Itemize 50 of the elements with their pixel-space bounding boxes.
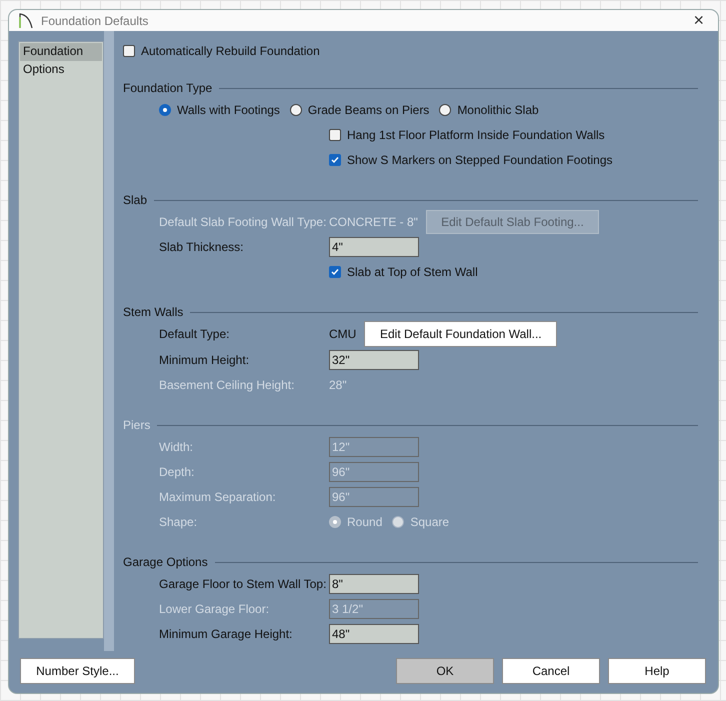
dialog-button[interactable]: Number Style... bbox=[20, 658, 135, 684]
field-label: Width: bbox=[159, 440, 194, 454]
field-label: Minimum Height: bbox=[159, 352, 250, 366]
field-label: Slab Thickness: bbox=[159, 240, 244, 254]
field-label: Basement Ceiling Height: bbox=[159, 378, 296, 392]
dialog-button[interactable]: OK bbox=[396, 658, 494, 684]
radio-button[interactable] bbox=[159, 104, 171, 116]
input-field[interactable]: 8" bbox=[329, 574, 419, 594]
radio-label: Round bbox=[347, 514, 382, 528]
checkbox-label: Slab at Top of Stem Wall bbox=[347, 264, 478, 278]
field-label: Garage Floor to Stem Wall Top: bbox=[159, 576, 328, 590]
checkbox-label: Show S Markers on Stepped Foundation Footings bbox=[347, 152, 612, 166]
field-label: Depth: bbox=[159, 464, 196, 478]
radio-label: Monolithic Slab bbox=[457, 102, 539, 116]
field-value: 28" bbox=[329, 378, 347, 392]
section-title: Stem Walls bbox=[123, 305, 184, 319]
radio-button[interactable] bbox=[439, 104, 452, 116]
field-label: Maximum Separation: bbox=[159, 490, 277, 504]
input-field[interactable]: 4" bbox=[329, 236, 419, 256]
checkbox-label: Automatically Rebuild Foundation bbox=[141, 44, 320, 58]
checkbox[interactable] bbox=[329, 154, 341, 166]
checkbox[interactable] bbox=[123, 45, 135, 57]
close-button[interactable]: × bbox=[689, 10, 708, 31]
radio-label: Grade Beams on Piers bbox=[308, 102, 430, 116]
window-title: Foundation Defaults bbox=[41, 14, 150, 28]
sidebar-item[interactable]: Options bbox=[20, 61, 102, 79]
section-title: Foundation Type bbox=[123, 81, 212, 95]
field-label: Default Slab Footing Wall Type: bbox=[159, 214, 328, 228]
edit-button[interactable]: Edit Default Foundation Wall... bbox=[364, 321, 558, 347]
checkbox[interactable] bbox=[329, 266, 341, 278]
checkbox-label: Hang 1st Floor Platform Inside Foundation Walls bbox=[347, 128, 605, 142]
app-logo-icon bbox=[19, 12, 33, 28]
radio-label: Walls with Footings bbox=[177, 102, 280, 116]
sidebar-item[interactable]: Foundation bbox=[20, 43, 102, 61]
radio-label: Square bbox=[410, 514, 450, 528]
dialog-button[interactable]: Help bbox=[608, 658, 706, 684]
field-label: Shape: bbox=[159, 514, 198, 528]
field-label: Lower Garage Floor: bbox=[159, 602, 270, 616]
input-field[interactable]: 48" bbox=[329, 624, 419, 644]
checkbox[interactable] bbox=[329, 128, 341, 140]
field-value: CONCRETE - 8" bbox=[329, 214, 418, 228]
section-title: Slab bbox=[123, 193, 148, 207]
section-title: Piers bbox=[123, 418, 150, 432]
field-label: Default Type: bbox=[159, 327, 230, 341]
field-label: Minimum Garage Height: bbox=[159, 626, 294, 640]
section-title: Garage Options bbox=[123, 555, 208, 569]
field-value: CMU bbox=[329, 327, 356, 341]
radio-button[interactable] bbox=[290, 104, 302, 116]
input-field[interactable]: 32" bbox=[329, 350, 419, 370]
dialog-button[interactable]: Cancel bbox=[502, 658, 600, 684]
